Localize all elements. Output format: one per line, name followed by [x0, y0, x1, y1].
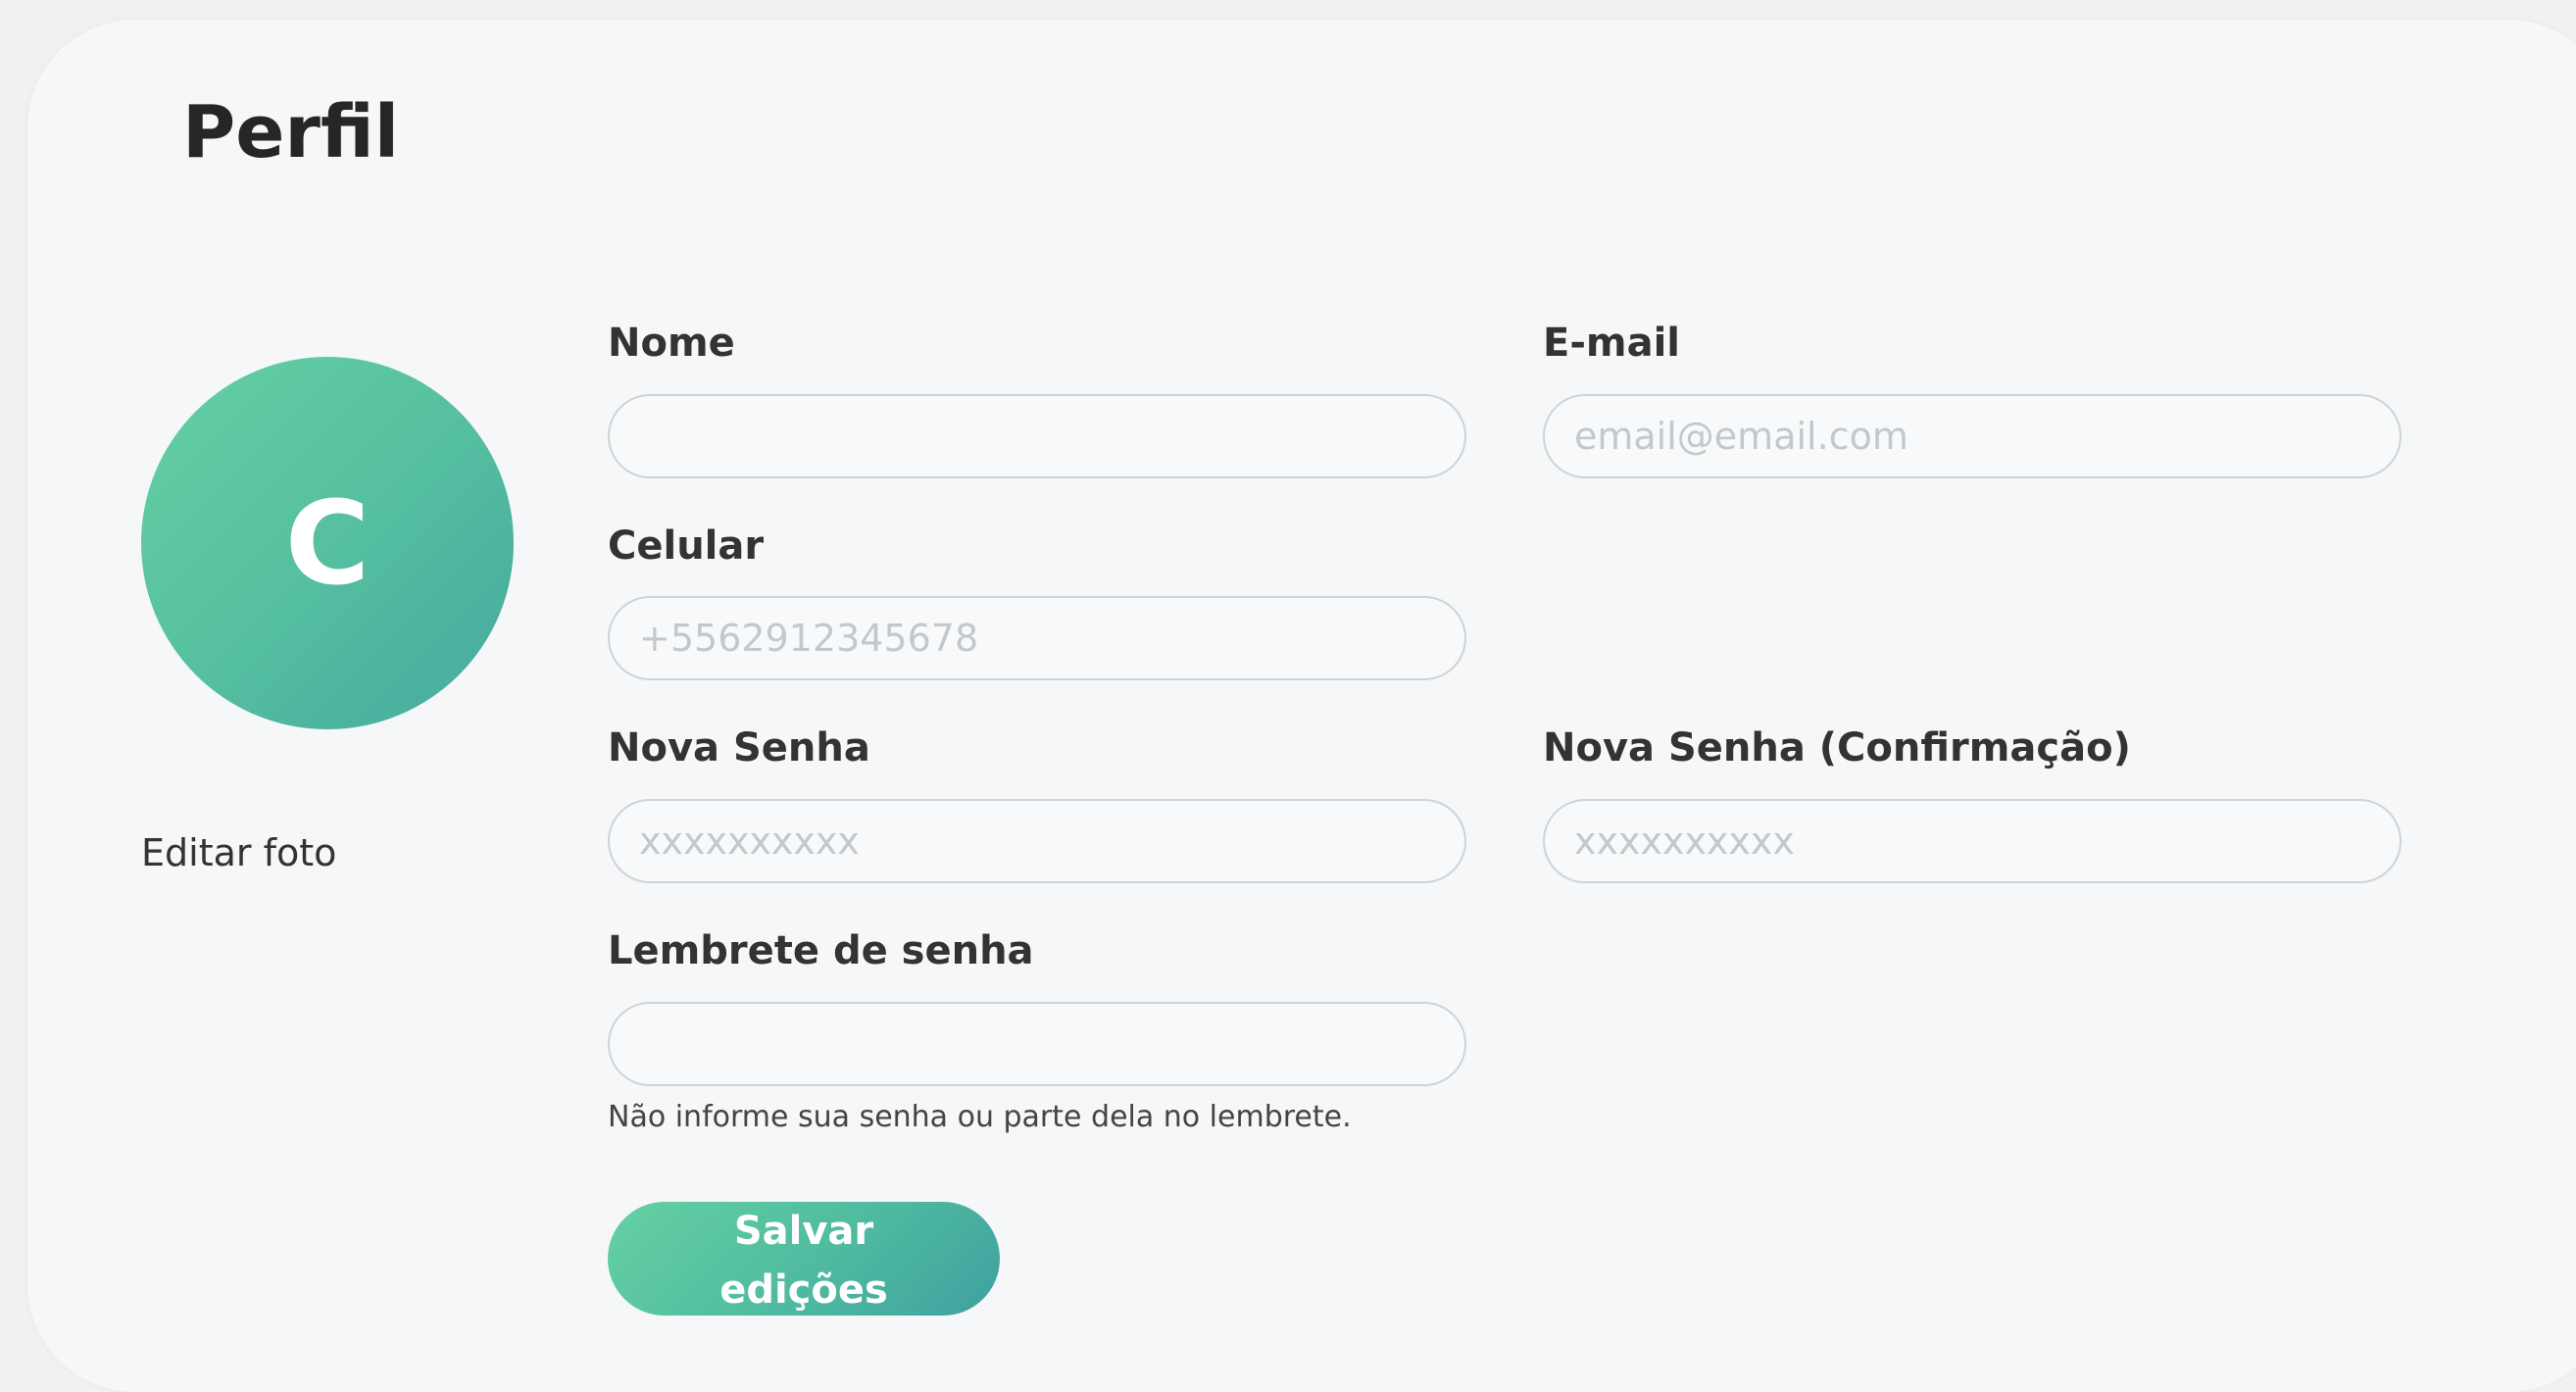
email-label: E-mail — [1543, 321, 1681, 366]
page-title: Perfil — [182, 90, 400, 174]
avatar-initial: C — [284, 475, 371, 611]
new-password-label: Nova Senha — [608, 725, 870, 771]
edit-photo-link[interactable]: Editar foto — [141, 831, 336, 874]
new-password-input[interactable] — [608, 799, 1466, 883]
phone-label: Celular — [608, 523, 765, 569]
avatar: C — [141, 357, 514, 729]
password-hint-label: Lembrete de senha — [608, 928, 1034, 973]
name-label: Nome — [608, 321, 735, 366]
name-input[interactable] — [608, 394, 1466, 478]
confirm-password-label: Nova Senha (Confirmação) — [1543, 725, 2131, 771]
save-button[interactable]: Salvar edições — [608, 1202, 1000, 1316]
confirm-password-input[interactable] — [1543, 799, 2402, 883]
phone-input[interactable] — [608, 596, 1466, 680]
password-hint-helper-text: Não informe sua senha ou parte dela no l… — [608, 1100, 1352, 1134]
email-input[interactable] — [1543, 394, 2402, 478]
password-hint-input[interactable] — [608, 1002, 1466, 1086]
